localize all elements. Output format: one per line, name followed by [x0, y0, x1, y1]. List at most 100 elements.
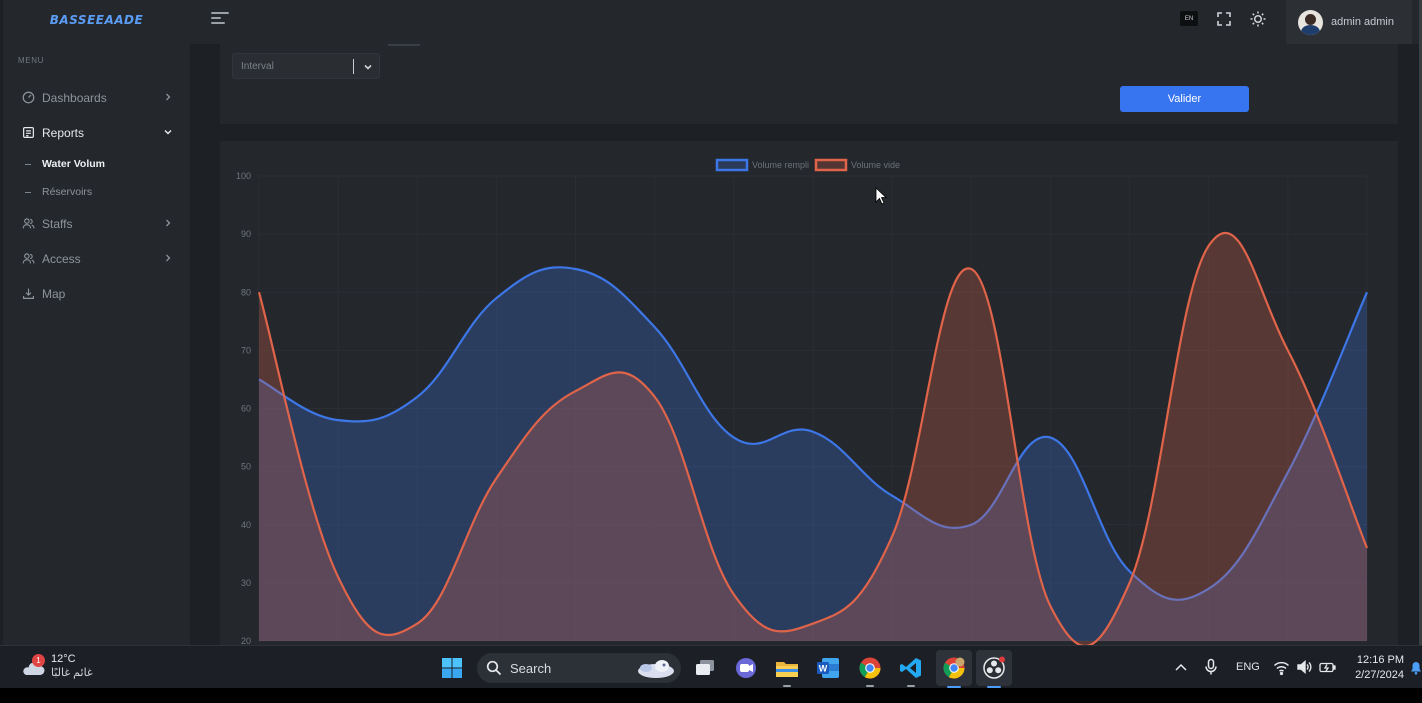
y-tick-label: 80 [241, 287, 251, 297]
brand-text: BASSEEAADE [49, 13, 144, 27]
sidebar-subitem-label: Réservoirs [42, 186, 93, 198]
sidebar-subitem-reservoirs[interactable]: Réservoirs [3, 178, 190, 206]
fullscreen-icon[interactable] [1215, 10, 1233, 28]
brand-logo[interactable]: BASSEEAADE [3, 0, 190, 40]
running-indicator [866, 685, 874, 687]
wifi-icon[interactable] [1273, 658, 1290, 676]
user-menu[interactable]: admin admin [1286, 0, 1412, 44]
system-clock[interactable]: 12:16 PM 2/27/2024 [1346, 653, 1404, 683]
data-point[interactable] [1127, 580, 1133, 586]
data-point[interactable] [573, 266, 579, 272]
data-point[interactable] [810, 429, 816, 435]
clock-date: 2/27/2024 [1355, 669, 1404, 681]
bullet-dash [25, 163, 31, 165]
sidebar-item-access[interactable]: Access [3, 241, 190, 276]
chrome-icon[interactable] [857, 655, 883, 687]
running-indicator [907, 685, 915, 687]
data-point[interactable] [573, 388, 579, 394]
data-point[interactable] [1285, 347, 1291, 353]
screen-bottom-bar [0, 688, 1422, 703]
tab-indicator [388, 44, 420, 46]
sidebar-item-label: Map [42, 286, 66, 301]
bullet-dash [25, 191, 31, 193]
data-point[interactable] [1047, 435, 1053, 441]
data-point[interactable] [652, 324, 658, 330]
weather-badge: 1 [32, 653, 45, 667]
sidebar-item-dashboards[interactable]: Dashboards [3, 80, 190, 115]
data-point[interactable] [968, 266, 974, 272]
data-point[interactable] [731, 435, 737, 441]
submit-button[interactable]: Valider [1120, 86, 1249, 112]
chat-icon[interactable] [733, 655, 759, 681]
sidebar-subitem-water-volum[interactable]: Water Volum [3, 150, 190, 178]
y-axis-ticks: 100 90 80 70 60 50 40 30 20 [236, 171, 251, 645]
users-icon [20, 216, 36, 232]
data-point[interactable] [1047, 603, 1053, 609]
weather-widget[interactable]: 1 12°C غائم غالبًا [20, 653, 93, 680]
taskbar-search[interactable]: Search [477, 653, 681, 683]
data-point[interactable] [731, 592, 737, 598]
search-label: Search [510, 660, 552, 676]
legend-swatch[interactable] [814, 158, 848, 172]
legend-label[interactable]: Volume vide [851, 160, 900, 170]
sidebar-item-staffs[interactable]: Staffs [3, 206, 190, 241]
volume-icon[interactable] [1296, 658, 1312, 676]
sidebar-item-label: Reports [42, 125, 85, 140]
mouse-cursor-icon [875, 187, 888, 205]
theme-toggle-icon[interactable] [1249, 10, 1267, 28]
data-point[interactable] [493, 475, 499, 481]
chevron-up-icon[interactable] [1174, 658, 1188, 676]
app-window: BASSEEAADE MENU Dashboards Reports Water… [0, 0, 1422, 645]
data-point[interactable] [256, 289, 262, 295]
chrome-profile-icon[interactable] [936, 650, 972, 688]
data-point[interactable] [1127, 568, 1133, 574]
legend-label[interactable]: Volume rempli [752, 160, 809, 170]
chevron-down-icon[interactable] [362, 61, 374, 73]
user-name: admin admin [1331, 16, 1394, 28]
vscode-icon[interactable] [898, 655, 924, 687]
avatar [1298, 9, 1323, 35]
input-language[interactable]: ENG [1236, 661, 1260, 673]
data-point[interactable] [889, 533, 895, 539]
menu-toggle-icon[interactable] [211, 12, 229, 26]
data-point[interactable] [652, 394, 658, 400]
data-point[interactable] [414, 621, 420, 627]
sidebar-item-reports[interactable]: Reports [3, 115, 190, 150]
legend-swatch[interactable] [715, 158, 749, 172]
file-explorer-icon[interactable] [774, 655, 800, 687]
task-view-icon[interactable] [692, 655, 718, 681]
chart-legend: Volume rempli Volume vide [715, 158, 900, 205]
menu-title: MENU [18, 56, 44, 65]
interval-select[interactable]: Interval [232, 53, 380, 79]
interval-placeholder: Interval [241, 61, 274, 72]
windows-start-icon[interactable] [441, 657, 463, 679]
data-point[interactable] [1206, 243, 1212, 249]
running-indicator [783, 685, 791, 687]
sidebar-item-map[interactable]: Map [3, 276, 190, 311]
word-icon[interactable]: W [815, 655, 841, 681]
access-icon [20, 251, 36, 267]
clock-time: 12:16 PM [1356, 654, 1404, 666]
y-tick-label: 90 [241, 229, 251, 239]
data-point[interactable] [414, 394, 420, 400]
y-tick-label: 40 [241, 520, 251, 530]
chevron-right-icon [166, 93, 171, 101]
language-flag-button[interactable]: EN [1180, 11, 1198, 26]
select-separator [353, 59, 354, 74]
data-point[interactable] [493, 295, 499, 301]
dashboard-icon [20, 90, 36, 106]
cloud-icon: 1 [20, 653, 46, 678]
data-point[interactable] [1364, 545, 1370, 551]
data-point[interactable] [1364, 289, 1370, 295]
data-point[interactable] [810, 621, 816, 627]
data-point[interactable] [335, 417, 341, 423]
battery-icon[interactable] [1319, 658, 1336, 676]
data-point[interactable] [335, 574, 341, 580]
microphone-icon[interactable] [1204, 658, 1218, 676]
chevron-right-icon [166, 219, 171, 227]
y-tick-label: 70 [241, 345, 251, 355]
obs-recorder-icon[interactable] [976, 650, 1012, 688]
y-tick-label: 20 [241, 636, 251, 645]
notification-bell-icon[interactable] [1410, 661, 1422, 675]
data-point[interactable] [889, 493, 895, 499]
